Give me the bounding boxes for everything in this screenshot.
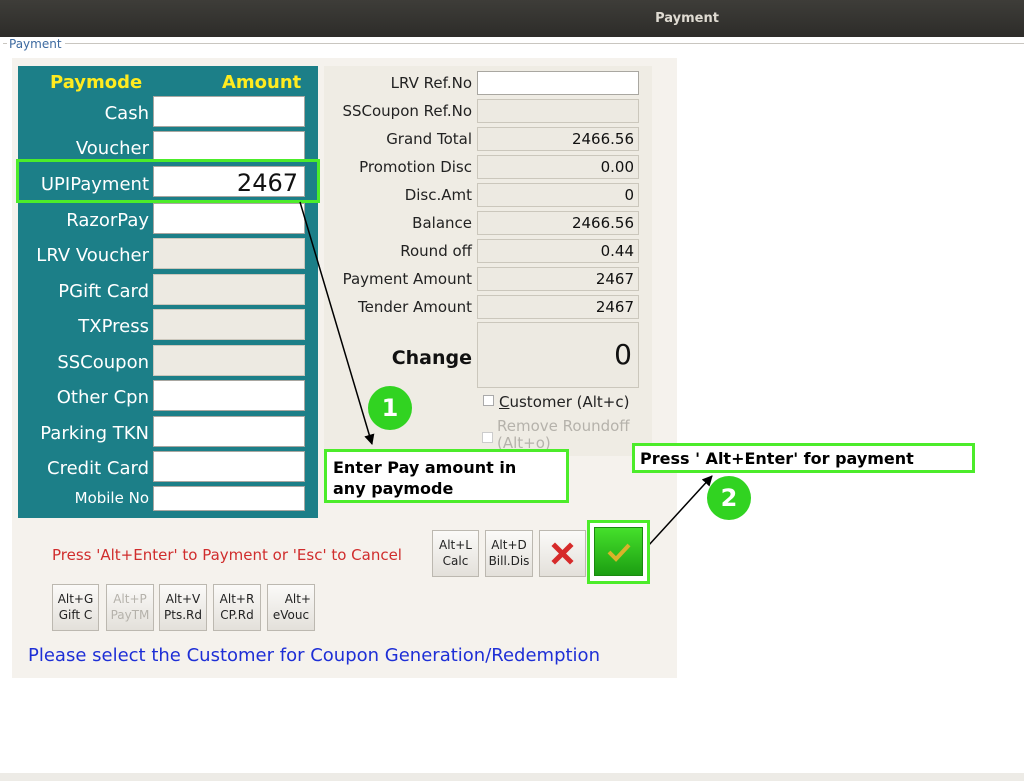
paytm-button-key: Alt+P: [113, 592, 147, 606]
bottom-bar: [0, 773, 1024, 781]
paytm-button: Alt+P PayTM: [106, 584, 154, 631]
bill-disc-button[interactable]: Alt+D Bill.Dis: [485, 530, 533, 577]
confirm-payment-button[interactable]: [594, 527, 643, 576]
paytm-button-label: PayTM: [110, 608, 150, 622]
evoucher-button-label: eVouc: [272, 608, 310, 622]
checkmark-icon: [607, 543, 631, 562]
gift-card-button-key: Alt+G: [57, 592, 94, 606]
gift-card-button[interactable]: Alt+G Gift C: [52, 584, 99, 631]
close-icon: [551, 542, 574, 565]
arrow-step2: [647, 475, 713, 547]
points-redeem-button[interactable]: Alt+V Pts.Rd: [159, 584, 207, 631]
bill-disc-button-key: Alt+D: [491, 538, 527, 552]
evoucher-button-key: Alt+: [284, 592, 311, 606]
coupon-redeem-button-label: CP.Rd: [220, 608, 254, 622]
calc-button-key: Alt+L: [439, 538, 472, 552]
coupon-redeem-button-key: Alt+R: [219, 592, 255, 606]
calc-button[interactable]: Alt+L Calc: [432, 530, 479, 577]
cancel-button[interactable]: [539, 530, 586, 577]
keyboard-hint: Press 'Alt+Enter' to Payment or 'Esc' to…: [52, 546, 402, 564]
coupon-redeem-button[interactable]: Alt+R CP.Rd: [213, 584, 261, 631]
evoucher-button[interactable]: Alt+ eVouc: [267, 584, 315, 631]
points-redeem-button-label: Pts.Rd: [164, 608, 202, 622]
gift-card-button-label: Gift C: [58, 608, 93, 622]
bill-disc-button-label: Bill.Dis: [488, 554, 530, 568]
calc-button-label: Calc: [442, 554, 469, 568]
points-redeem-button-key: Alt+V: [165, 592, 201, 606]
arrow-step1: [299, 201, 375, 446]
customer-message: Please select the Customer for Coupon Ge…: [28, 645, 600, 666]
